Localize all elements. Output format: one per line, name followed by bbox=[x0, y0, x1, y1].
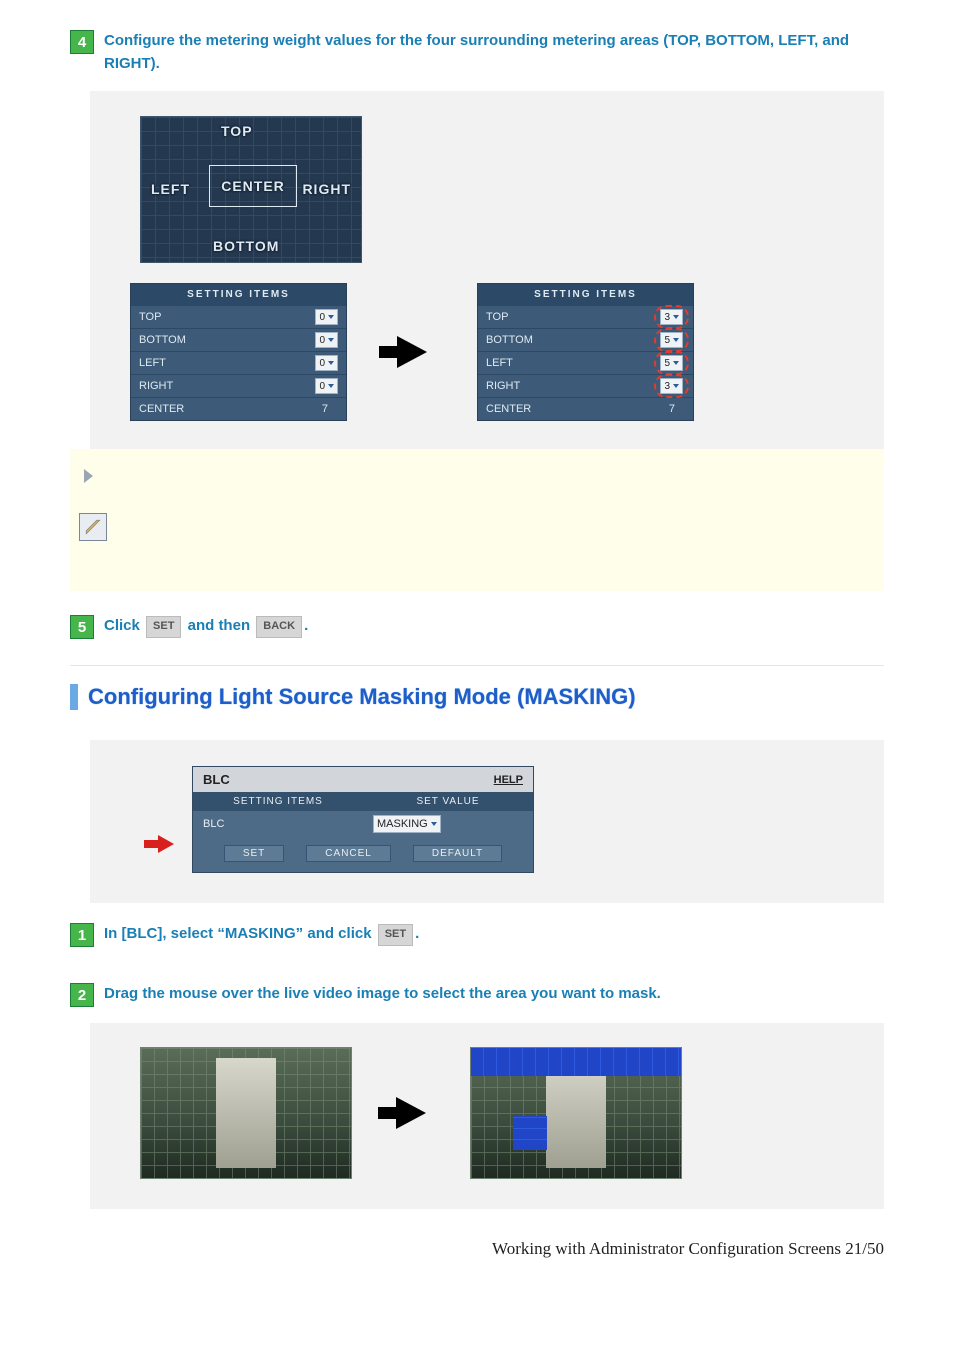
row-label: LEFT bbox=[478, 357, 635, 369]
step-number-4: 4 bbox=[70, 30, 94, 54]
row-label: BOTTOM bbox=[478, 334, 635, 346]
value-select[interactable]: 0 bbox=[315, 309, 338, 325]
mask-region bbox=[471, 1048, 681, 1076]
live-video-after[interactable] bbox=[470, 1047, 682, 1179]
metering-diagram: TOP LEFT CENTER RIGHT BOTTOM bbox=[140, 116, 362, 263]
live-video-before[interactable] bbox=[140, 1047, 352, 1179]
step-number-5: 5 bbox=[70, 615, 94, 639]
blc-title: BLC bbox=[203, 772, 230, 787]
row-label: TOP bbox=[131, 311, 288, 323]
step-b2-text: Drag the mouse over the live video image… bbox=[104, 983, 661, 1006]
blc-col-value: SET VALUE bbox=[363, 792, 533, 811]
metering-label-right: RIGHT bbox=[302, 181, 351, 197]
note-block bbox=[70, 449, 884, 591]
row-value: 7 bbox=[278, 403, 346, 415]
value-select[interactable]: 5 bbox=[660, 355, 683, 371]
step-number-2: 2 bbox=[70, 983, 94, 1007]
metering-label-top: TOP bbox=[221, 123, 253, 139]
blc-value-select[interactable]: MASKING bbox=[373, 815, 441, 833]
step-5-text: Click SET and then BACK. bbox=[104, 615, 308, 638]
value-select[interactable]: 5 bbox=[660, 332, 683, 348]
settings-table-before: SETTING ITEMS TOP0 BOTTOM0 LEFT0 RIGHT0 … bbox=[130, 283, 347, 421]
row-label: TOP bbox=[478, 311, 635, 323]
row-label: LEFT bbox=[131, 357, 288, 369]
row-label: BOTTOM bbox=[131, 334, 288, 346]
settings-table-header: SETTING ITEMS bbox=[131, 284, 346, 305]
value-select[interactable]: 0 bbox=[315, 378, 338, 394]
set-chip: SET bbox=[378, 924, 413, 946]
step-b1-text: In [BLC], select “MASKING” and click SET… bbox=[104, 923, 419, 946]
pointer-arrow-icon bbox=[158, 835, 174, 853]
blc-screenshot-panel: BLC HELP SETTING ITEMS SET VALUE BLC MAS… bbox=[90, 740, 884, 903]
row-label: CENTER bbox=[131, 403, 278, 415]
row-value: 7 bbox=[625, 403, 693, 415]
note-icon bbox=[79, 513, 107, 541]
value-select[interactable]: 3 bbox=[660, 309, 683, 325]
settings-table-header: SETTING ITEMS bbox=[478, 284, 693, 305]
blc-settings-card: BLC HELP SETTING ITEMS SET VALUE BLC MAS… bbox=[192, 766, 534, 873]
page-footer: Working with Administrator Configuration… bbox=[0, 1239, 884, 1259]
value-select[interactable]: 0 bbox=[315, 355, 338, 371]
arrow-right-icon bbox=[397, 336, 427, 368]
settings-table-after: SETTING ITEMS TOP3 BOTTOM5 LEFT5 RIGHT3 … bbox=[477, 283, 694, 421]
blc-col-items: SETTING ITEMS bbox=[193, 792, 363, 811]
metering-label-bottom: BOTTOM bbox=[213, 238, 279, 254]
cancel-button[interactable]: CANCEL bbox=[306, 845, 391, 862]
row-label: CENTER bbox=[478, 403, 625, 415]
set-chip: SET bbox=[146, 616, 181, 638]
set-button[interactable]: SET bbox=[224, 845, 284, 862]
step-number-1: 1 bbox=[70, 923, 94, 947]
section-heading: Configuring Light Source Masking Mode (M… bbox=[88, 684, 636, 710]
default-button[interactable]: DEFAULT bbox=[413, 845, 502, 862]
arrow-right-icon bbox=[396, 1097, 426, 1129]
help-link[interactable]: HELP bbox=[494, 774, 523, 786]
row-label: RIGHT bbox=[478, 380, 635, 392]
masking-example-panel bbox=[90, 1023, 884, 1209]
mask-region bbox=[513, 1116, 547, 1150]
disclosure-triangle-icon[interactable] bbox=[84, 469, 93, 483]
section-heading-bar bbox=[70, 684, 78, 710]
step-4-text: Configure the metering weight values for… bbox=[104, 30, 864, 75]
value-select[interactable]: 0 bbox=[315, 332, 338, 348]
metering-label-left: LEFT bbox=[151, 181, 190, 197]
back-chip: BACK bbox=[256, 616, 302, 638]
value-select[interactable]: 3 bbox=[660, 378, 683, 394]
row-label: RIGHT bbox=[131, 380, 288, 392]
metering-label-center: CENTER bbox=[209, 165, 297, 207]
blc-row-label: BLC bbox=[193, 818, 363, 830]
metering-screenshot-panel: TOP LEFT CENTER RIGHT BOTTOM SETTING ITE… bbox=[90, 91, 884, 449]
